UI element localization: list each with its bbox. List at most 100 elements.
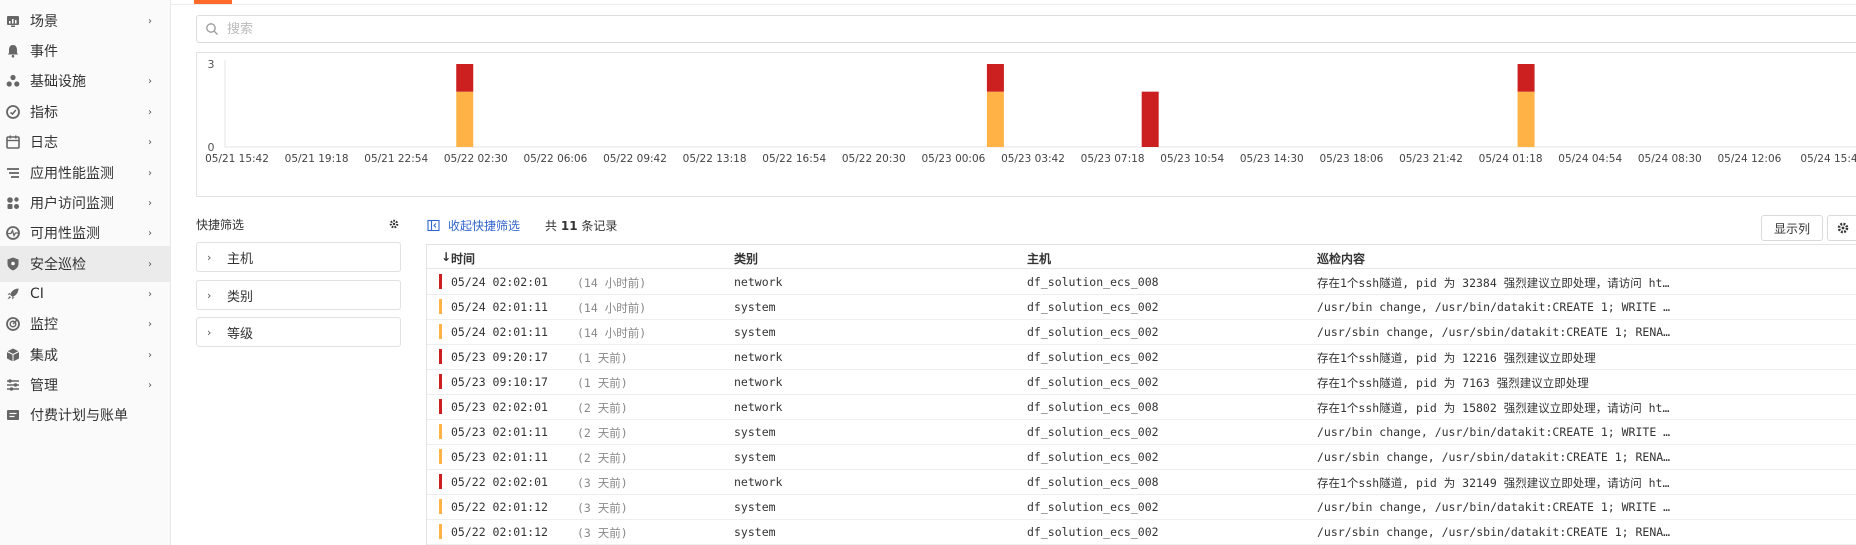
cell-time: 05/23 09:20:17 (451, 350, 548, 364)
cell-content: /usr/bin change, /usr/bin/datakit:CREATE… (1317, 425, 1671, 439)
record-count-suffix: 条记录 (581, 219, 618, 233)
search-input[interactable] (225, 20, 1856, 38)
bar-critical (1141, 91, 1159, 147)
sidebar-item-label: CI (30, 286, 44, 302)
cell-relative-time: (2 天前) (577, 426, 628, 440)
x-tick-label: 05/22 13:18 (683, 153, 747, 165)
sidebar-item-14[interactable]: 付费计划与账单 (0, 397, 170, 433)
gear-icon[interactable] (388, 218, 400, 230)
bar-warning (456, 91, 474, 147)
cell-host: df_solution_ecs_008 (1027, 400, 1159, 414)
cell-relative-time: (1 天前) (577, 376, 628, 390)
settings-sliders-icon (4, 376, 22, 394)
x-tick-label: 05/24 12:06 (1717, 153, 1781, 165)
severity-marker (439, 524, 442, 539)
table-row[interactable]: 05/22 02:01:12 (3 天前) system df_solution_ec… (427, 495, 1856, 520)
severity-marker (439, 299, 442, 314)
cell-content: 存在1个ssh隧道, pid 为 15802 强烈建议立即处理，请访问 ht… (1317, 401, 1670, 415)
sidebar-item-label: 日志 (30, 135, 58, 151)
cell-host: df_solution_ecs_002 (1027, 300, 1159, 314)
table-row[interactable]: 05/23 02:01:11 (2 天前) system df_solution_ec… (427, 445, 1856, 470)
chevron-right-icon: › (148, 349, 152, 361)
billing-icon (4, 406, 22, 424)
cell-content: /usr/sbin change, /usr/sbin/datakit:CREA… (1317, 325, 1671, 339)
bar-critical (986, 64, 1004, 92)
x-tick-label: 05/22 20:30 (842, 153, 906, 165)
search-bar[interactable] (196, 15, 1856, 43)
severity-marker (439, 374, 442, 389)
cell-host: df_solution_ecs_002 (1027, 350, 1159, 364)
tab-divider (170, 4, 1856, 5)
column-header-content[interactable]: 巡检内容 (1317, 250, 1365, 267)
x-tick-label: 05/23 07:18 (1081, 153, 1145, 165)
chevron-right-icon: › (148, 136, 152, 148)
infrastructure-icon (4, 72, 22, 90)
chevron-right-icon: › (148, 197, 152, 209)
x-tick-label: 05/24 15:4 (1800, 153, 1856, 165)
severity-marker (439, 274, 442, 289)
x-tick-label: 05/23 03:42 (1001, 153, 1065, 165)
quick-filter-group-1[interactable]: › 主机 (196, 242, 401, 272)
column-header-category[interactable]: 类别 (734, 250, 758, 267)
severity-marker (439, 424, 442, 439)
severity-marker (439, 324, 442, 339)
cell-content: 存在1个ssh隧道, pid 为 32149 强烈建议立即处理，请访问 ht… (1317, 476, 1670, 490)
x-tick-label: 05/21 15:42 (205, 153, 269, 165)
cell-relative-time: (3 天前) (577, 476, 628, 490)
quick-filter-group-3[interactable]: › 等级 (196, 317, 401, 347)
cell-content: /usr/sbin change, /usr/sbin/datakit:CREA… (1317, 525, 1671, 539)
dashboard-icon (4, 12, 22, 30)
cell-content: 存在1个ssh隧道, pid 为 32384 强烈建议立即处理，请访问 ht… (1317, 276, 1670, 290)
shield-icon (4, 255, 22, 273)
bar-warning (986, 91, 1004, 147)
cell-category: system (734, 325, 776, 339)
cell-relative-time: (14 小时前) (577, 276, 647, 290)
cell-category: network (734, 400, 783, 414)
table-row[interactable]: 05/24 02:01:11 (14 小时前) system df_solution_… (427, 320, 1856, 345)
display-columns-button[interactable]: 显示列 (1761, 215, 1823, 241)
sidebar-item-label: 安全巡检 (30, 257, 86, 273)
search-icon (206, 23, 218, 35)
sidebar-item-label: 应用性能监测 (30, 166, 114, 182)
quick-filter-group-2[interactable]: › 类别 (196, 280, 401, 310)
x-tick-label: 05/22 06:06 (523, 153, 587, 165)
table-settings-button[interactable] (1827, 215, 1856, 241)
x-tick-label: 05/24 08:30 (1638, 153, 1702, 165)
table-row[interactable]: 05/23 09:10:17 (1 天前) network df_solution_e… (427, 370, 1856, 395)
cell-host: df_solution_ecs_008 (1027, 475, 1159, 489)
cell-category: system (734, 425, 776, 439)
log-icon (4, 133, 22, 151)
cell-content: /usr/bin change, /usr/bin/datakit:CREATE… (1317, 300, 1671, 314)
x-tick-label: 05/24 04:54 (1558, 153, 1622, 165)
table-row[interactable]: 05/23 02:02:01 (2 天前) network df_solution_e… (427, 395, 1856, 420)
severity-marker (439, 449, 442, 464)
availability-icon (4, 224, 22, 242)
cell-relative-time: (2 天前) (577, 451, 628, 465)
sort-desc-icon[interactable]: ↓ (441, 250, 451, 264)
cell-time: 05/24 02:01:11 (451, 325, 548, 339)
chevron-right-icon: › (148, 106, 152, 118)
table-row[interactable]: 05/24 02:02:01 (14 小时前) network df_solution… (427, 270, 1856, 295)
table-row[interactable]: 05/22 02:02:01 (3 天前) network df_solution_e… (427, 470, 1856, 495)
cell-relative-time: (14 小时前) (577, 326, 647, 340)
cell-host: df_solution_ecs_008 (1027, 275, 1159, 289)
chevron-right-icon: › (148, 258, 152, 270)
cell-content: /usr/bin change, /usr/bin/datakit:CREATE… (1317, 500, 1671, 514)
x-tick-label: 05/22 09:42 (603, 153, 667, 165)
table-row[interactable]: 05/24 02:01:11 (14 小时前) system df_solution_… (427, 295, 1856, 320)
column-header-time[interactable]: 时间 (451, 250, 475, 267)
record-count-prefix: 共 (545, 219, 558, 233)
severity-marker (439, 499, 442, 514)
cell-time: 05/23 02:01:11 (451, 450, 548, 464)
table-row[interactable]: 05/23 09:20:17 (1 天前) network df_solution_e… (427, 345, 1856, 370)
collapse-quick-filter-button[interactable]: 收起快捷筛选 (427, 217, 520, 234)
severity-marker (439, 399, 442, 414)
column-header-host[interactable]: 主机 (1027, 250, 1051, 267)
chevron-right-icon: › (148, 15, 152, 27)
metrics-icon (4, 103, 22, 121)
table-row[interactable]: 05/23 02:01:11 (2 天前) system df_solution_ec… (427, 420, 1856, 445)
cell-category: system (734, 450, 776, 464)
sidebar-item-label: 监控 (30, 317, 58, 333)
table-row[interactable]: 05/22 02:01:12 (3 天前) system df_solution_ec… (427, 520, 1856, 545)
x-tick-label: 05/21 19:18 (285, 153, 349, 165)
